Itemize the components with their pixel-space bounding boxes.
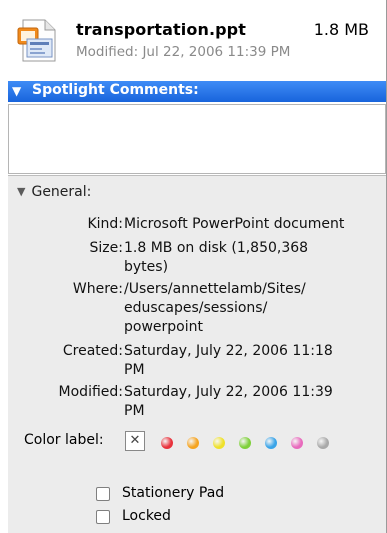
color-label-green-swatch[interactable]	[239, 437, 251, 449]
file-name: transportation.ppt	[76, 20, 246, 39]
color-label-gray-swatch[interactable]	[317, 437, 329, 449]
get-info-window: transportation.ppt 1.8 MB Modified: Jul …	[0, 0, 387, 533]
color-label-row: Color label: ✕	[8, 430, 386, 454]
general-section: ▼ General: Kind: Microsoft PowerPoint doc…	[8, 175, 386, 533]
color-label-label: Color label:	[24, 432, 104, 448]
where-value-line-2: eduscapes/sessions/	[124, 300, 268, 316]
kind-value: Microsoft PowerPoint document	[124, 216, 345, 232]
spotlight-comments-label: Spotlight Comments:	[32, 82, 199, 98]
general-header[interactable]: ▼ General:	[17, 184, 91, 200]
modified-label: Modified:	[58, 384, 123, 400]
file-size: 1.8 MB	[313, 20, 369, 39]
where-value-line-1: /Users/annettelamb/Sites/	[124, 281, 306, 297]
powerpoint-file-icon	[17, 19, 56, 62]
size-value-line-2: bytes)	[124, 259, 169, 275]
where-value-line-3: powerpoint	[124, 319, 203, 335]
checkbox-box[interactable]	[96, 487, 110, 501]
spotlight-comments-header[interactable]: ▼ Spotlight Comments:	[8, 81, 386, 102]
color-label-orange-swatch[interactable]	[187, 437, 199, 449]
created-label: Created:	[62, 343, 123, 359]
no-color-label-button[interactable]: ✕	[125, 431, 145, 451]
locked-label[interactable]: Locked	[122, 508, 171, 524]
stationery-pad-label[interactable]: Stationery Pad	[122, 485, 224, 501]
modified-value-line-1: Saturday, July 22, 2006 11:39	[124, 384, 333, 400]
modified-value-line-2: PM	[124, 403, 145, 419]
color-label-purple-swatch[interactable]	[291, 437, 303, 449]
size-label: Size:	[89, 240, 123, 256]
general-label: General:	[31, 184, 92, 200]
color-label-blue-swatch[interactable]	[265, 437, 277, 449]
modified-date: Modified: Jul 22, 2006 11:39 PM	[76, 44, 291, 60]
info-header: transportation.ppt 1.8 MB Modified: Jul …	[0, 0, 386, 80]
created-value-line-2: PM	[124, 362, 145, 378]
disclosure-triangle-icon[interactable]: ▼	[17, 185, 25, 198]
checkbox-box[interactable]	[96, 510, 110, 524]
created-value-line-1: Saturday, July 22, 2006 11:18	[124, 343, 333, 359]
kind-label: Kind:	[87, 216, 123, 232]
spotlight-comments-field[interactable]	[8, 104, 386, 174]
where-label: Where:	[72, 281, 123, 297]
disclosure-triangle-icon[interactable]: ▼	[12, 84, 21, 98]
color-label-yellow-swatch[interactable]	[213, 437, 225, 449]
color-label-red-swatch[interactable]	[161, 437, 173, 449]
size-value-line-1: 1.8 MB on disk (1,850,368	[124, 240, 309, 256]
